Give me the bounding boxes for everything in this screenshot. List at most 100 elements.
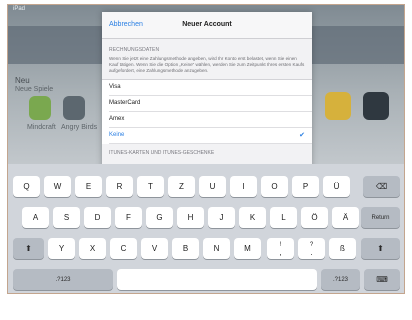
key-y[interactable]: Y	[48, 238, 75, 259]
key-w[interactable]: W	[44, 176, 71, 197]
key-label: P	[302, 182, 309, 191]
key-label: O	[271, 182, 278, 191]
payment-option-label: MasterCard	[109, 100, 141, 106]
app-tile-icon[interactable]	[363, 92, 389, 120]
payment-option-amex[interactable]: Amex	[109, 112, 312, 128]
key-label: E	[85, 182, 92, 191]
key-label: R	[116, 182, 123, 191]
key-label: T	[148, 182, 153, 191]
numbers-key-left[interactable]: .?123	[13, 269, 113, 290]
store-heading: Neu	[15, 76, 30, 85]
payment-option-label: Amex	[109, 116, 125, 122]
store-section-label: Neue Spiele	[15, 86, 54, 93]
key-eszett[interactable]: ß	[329, 238, 356, 259]
key-label: X	[89, 244, 96, 253]
key-label: W	[53, 182, 62, 191]
key-label: Ü	[333, 182, 340, 191]
key-b[interactable]: B	[172, 238, 199, 259]
sheet-title: Neuer Account	[182, 21, 232, 28]
payment-option-label: Keine	[109, 132, 125, 138]
payment-option-visa[interactable]: Visa	[109, 80, 312, 96]
gift-section-header: ITUNES-KARTEN UND ITUNES-GESCHENKE	[109, 150, 215, 156]
shift-key-right[interactable]: ⬆	[361, 238, 400, 259]
key-label: F	[126, 213, 131, 222]
backspace-icon: ⌫	[375, 182, 388, 191]
keyboard-icon: ⌨	[376, 275, 388, 284]
key-bottom-label: .	[310, 247, 313, 257]
key-g[interactable]: G	[146, 207, 173, 228]
space-bar[interactable]	[117, 269, 317, 290]
key-label: S	[63, 213, 70, 222]
key-u[interactable]: U	[199, 176, 226, 197]
key-x[interactable]: X	[79, 238, 106, 259]
page-footer-area	[7, 294, 405, 320]
numbers-key-label: .?123	[332, 276, 348, 283]
key-c[interactable]: C	[110, 238, 137, 259]
key-o[interactable]: O	[261, 176, 288, 197]
key-label: I	[242, 182, 245, 191]
app-tile-label: Angry Birds	[61, 124, 98, 131]
hide-keyboard-key[interactable]: ⌨	[364, 269, 400, 290]
key-label: L	[281, 213, 286, 222]
key-label: Z	[179, 182, 184, 191]
payment-option-label: Visa	[109, 84, 121, 90]
key-label: V	[151, 244, 158, 253]
key-label: J	[219, 213, 224, 222]
return-key[interactable]: Return	[361, 207, 400, 228]
question-period-key[interactable]: ?.	[298, 238, 325, 259]
billing-section-header: RECHNUNGSDATEN	[109, 47, 160, 53]
key-label: H	[187, 213, 194, 222]
key-r[interactable]: R	[106, 176, 133, 197]
app-tile-icon[interactable]	[325, 92, 351, 120]
key-k[interactable]: K	[239, 207, 266, 228]
checkmark-icon: ✔	[299, 132, 305, 139]
key-label: D	[94, 213, 101, 222]
key-l[interactable]: L	[270, 207, 297, 228]
key-ä[interactable]: Ä	[332, 207, 359, 228]
key-h[interactable]: H	[177, 207, 204, 228]
key-e[interactable]: E	[75, 176, 102, 197]
key-m[interactable]: M	[234, 238, 261, 259]
ipad-screen: iPad Neu Neue Spiele Mindcraft Angry Bir…	[7, 4, 405, 294]
key-label: G	[156, 213, 163, 222]
payment-option-none[interactable]: Keine ✔	[109, 128, 312, 144]
key-s[interactable]: S	[53, 207, 80, 228]
key-ü[interactable]: Ü	[323, 176, 350, 197]
key-label: B	[182, 244, 189, 253]
key-label: Y	[58, 244, 65, 253]
key-t[interactable]: T	[137, 176, 164, 197]
key-label: C	[120, 244, 127, 253]
key-label: ß	[340, 244, 345, 253]
status-bar-left: iPad	[13, 6, 26, 12]
key-d[interactable]: D	[84, 207, 111, 228]
keyboard: Q W E R T Z U I O P Ü ⌫ A S D F G H J K L Ö Ä Return ⬆ Y X C V B…	[7, 164, 405, 294]
key-label: M	[244, 244, 251, 253]
payment-option-mastercard[interactable]: MasterCard	[109, 96, 312, 112]
key-i[interactable]: I	[230, 176, 257, 197]
key-v[interactable]: V	[141, 238, 168, 259]
app-tile-icon[interactable]	[29, 96, 51, 120]
key-a[interactable]: A	[22, 207, 49, 228]
key-bottom-label: ,	[279, 247, 282, 257]
key-label: U	[209, 182, 216, 191]
key-label: A	[32, 213, 39, 222]
key-ö[interactable]: Ö	[301, 207, 328, 228]
delete-key[interactable]: ⌫	[363, 176, 400, 197]
key-z[interactable]: Z	[168, 176, 195, 197]
shift-key-left[interactable]: ⬆	[13, 238, 44, 259]
key-f[interactable]: F	[115, 207, 142, 228]
app-tile-icon[interactable]	[63, 96, 85, 120]
key-label: N	[213, 244, 220, 253]
numbers-key-label: .?123	[55, 276, 71, 283]
key-q[interactable]: Q	[13, 176, 40, 197]
exclamation-comma-key[interactable]: !,	[267, 238, 294, 259]
key-label: K	[249, 213, 256, 222]
key-n[interactable]: N	[203, 238, 230, 259]
key-p[interactable]: P	[292, 176, 319, 197]
key-label: Ä	[342, 213, 349, 222]
numbers-key-right[interactable]: .?123	[321, 269, 360, 290]
payment-method-list: Visa MasterCard Amex Keine ✔	[102, 79, 312, 144]
return-key-label: Return	[371, 214, 390, 221]
key-j[interactable]: J	[208, 207, 235, 228]
app-tile-label: Mindcraft	[27, 124, 56, 131]
